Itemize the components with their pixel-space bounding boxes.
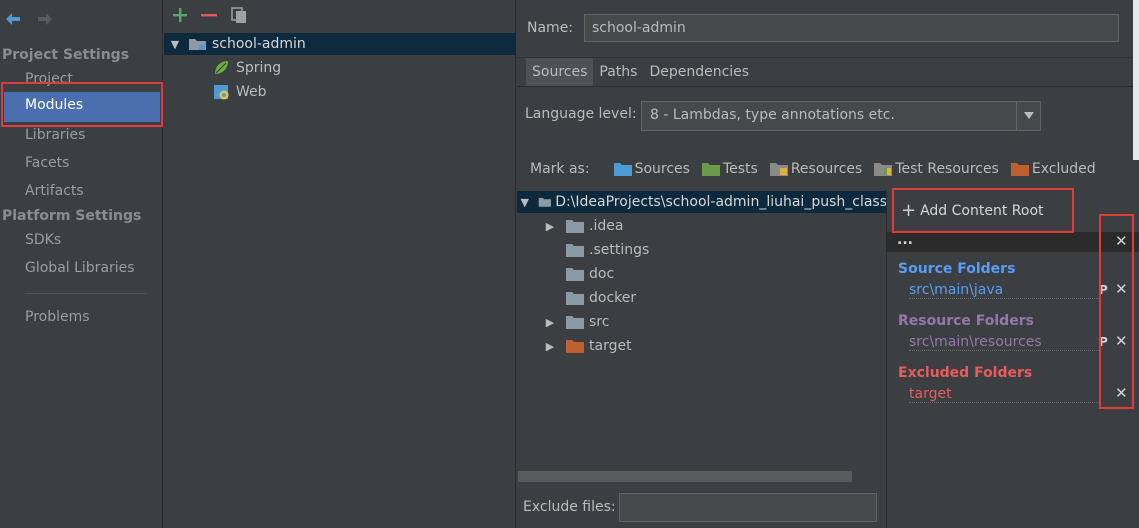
mark-test-resources-label: Test Resources xyxy=(895,161,999,177)
collapse-triangle-icon[interactable]: ▶ xyxy=(543,220,557,233)
tab-paths[interactable]: Paths xyxy=(593,58,643,86)
mark-as-bar: Mark as: Sources Tests Resources Test Re… xyxy=(530,161,1108,177)
language-level-value: 8 - Lambdas, type annotations etc. xyxy=(650,107,895,123)
tab-sources[interactable]: Sources xyxy=(526,58,594,86)
mark-resources-button[interactable]: Resources xyxy=(769,161,863,177)
resources-folder-icon xyxy=(769,163,788,176)
exclude-files-label: Exclude files: xyxy=(523,499,616,515)
resource-folder-path: src\main\resources xyxy=(909,334,1099,351)
folder-name: .idea xyxy=(589,218,624,234)
expand-triangle-icon[interactable]: ▼ xyxy=(520,196,530,209)
nav-item-facets[interactable]: Facets xyxy=(25,155,69,171)
tab-divider xyxy=(517,86,1139,87)
folder-icon xyxy=(566,268,584,281)
excluded-folder-icon xyxy=(566,340,584,353)
mark-sources-label: Sources xyxy=(634,161,690,177)
excluded-folder-path: target xyxy=(909,386,1099,403)
tree-row-module[interactable]: ▼ school-admin xyxy=(164,33,516,55)
source-folders-title: Source Folders xyxy=(898,261,1016,277)
minus-icon[interactable] xyxy=(200,7,218,23)
section-project-settings: Project Settings xyxy=(2,47,130,63)
tree-row-src[interactable]: ▶ src xyxy=(543,311,610,333)
highlight-box-remove-buttons xyxy=(1099,214,1134,409)
module-folder-icon xyxy=(189,39,206,50)
nav-divider xyxy=(25,293,147,294)
forward-arrow-icon[interactable] xyxy=(36,10,54,28)
content-root-row[interactable]: ▼ D:\IdeaProjects\school-admin_liuhai_pu… xyxy=(517,191,887,213)
tree-row-web[interactable]: Web xyxy=(212,81,267,103)
chevron-down-icon xyxy=(1023,112,1034,119)
folder-icon xyxy=(538,197,551,207)
tree-row-doc[interactable]: doc xyxy=(565,263,614,285)
mark-tests-label: Tests xyxy=(722,161,758,177)
excluded-folder-icon xyxy=(1010,163,1029,176)
tree-row-settings[interactable]: .settings xyxy=(565,239,649,261)
module-pane: ▼ school-admin Spring Web xyxy=(164,0,516,528)
folder-name: .settings xyxy=(589,242,650,258)
copy-icon[interactable] xyxy=(230,6,248,24)
folder-name: docker xyxy=(589,290,637,306)
folder-name: target xyxy=(589,338,632,354)
web-facet-icon xyxy=(214,85,229,100)
tree-row-idea[interactable]: ▶ .idea xyxy=(543,215,624,237)
settings-nav: Project Settings Project Modules Librari… xyxy=(0,0,163,528)
folder-name: doc xyxy=(589,266,615,282)
spring-leaf-icon xyxy=(215,61,228,74)
collapse-triangle-icon[interactable]: ▶ xyxy=(543,340,557,353)
section-platform-settings: Platform Settings xyxy=(2,208,142,224)
dropdown-arrow[interactable] xyxy=(1016,102,1040,130)
name-field[interactable]: school-admin xyxy=(584,14,1119,42)
resource-folders-title: Resource Folders xyxy=(898,313,1034,329)
back-arrow-icon[interactable] xyxy=(4,10,22,28)
highlight-box-modules xyxy=(1,82,163,127)
tree-row-target[interactable]: ▶ target xyxy=(543,335,632,357)
folder-icon xyxy=(566,244,584,257)
horizontal-scrollbar[interactable] xyxy=(518,471,852,482)
language-level-select[interactable]: 8 - Lambdas, type annotations etc. xyxy=(641,101,1041,131)
window-edge xyxy=(1133,0,1139,160)
sources-folder-icon xyxy=(613,163,632,176)
nav-item-global-libraries[interactable]: Global Libraries xyxy=(25,260,135,276)
mark-test-resources-button[interactable]: Test Resources xyxy=(874,161,999,177)
nav-item-problems[interactable]: Problems xyxy=(25,309,90,325)
folder-icon xyxy=(566,220,584,233)
facet-spring-label: Spring xyxy=(236,60,282,76)
content-tree: ▼ D:\IdeaProjects\school-admin_liuhai_pu… xyxy=(517,190,887,480)
language-level-label: Language level: xyxy=(525,106,637,122)
folder-icon xyxy=(566,316,584,329)
nav-item-artifacts[interactable]: Artifacts xyxy=(25,183,84,199)
nav-item-sdks[interactable]: SDKs xyxy=(25,232,61,248)
mark-resources-label: Resources xyxy=(790,161,863,177)
highlight-box-add-root xyxy=(892,188,1074,233)
excluded-folders-title: Excluded Folders xyxy=(898,365,1033,381)
mark-as-label: Mark as: xyxy=(530,161,590,177)
exclude-files-input[interactable] xyxy=(619,493,877,522)
plus-icon[interactable] xyxy=(172,7,188,23)
collapse-triangle-icon[interactable]: ▶ xyxy=(543,316,557,329)
module-name: school-admin xyxy=(212,36,306,52)
tree-row-docker[interactable]: docker xyxy=(565,287,636,309)
nav-item-libraries[interactable]: Libraries xyxy=(25,127,85,143)
mark-excluded-button[interactable]: Excluded xyxy=(1010,161,1096,177)
folder-name: src xyxy=(589,314,610,330)
mark-tests-button[interactable]: Tests xyxy=(701,161,758,177)
mark-excluded-label: Excluded xyxy=(1031,161,1096,177)
mark-sources-button[interactable]: Sources xyxy=(613,161,690,177)
tree-row-spring[interactable]: Spring xyxy=(212,57,281,79)
source-folder-path: src\main\java xyxy=(909,282,1099,299)
tab-bar: Sources Paths Dependencies xyxy=(526,58,755,86)
folder-icon xyxy=(566,292,584,305)
content-root-name: ... xyxy=(897,232,913,248)
tests-folder-icon xyxy=(701,163,720,176)
tab-dependencies[interactable]: Dependencies xyxy=(643,58,755,86)
module-toolbar xyxy=(172,6,248,24)
nav-arrows xyxy=(4,10,54,30)
name-label: Name: xyxy=(527,20,574,36)
facet-web-label: Web xyxy=(236,84,267,100)
module-settings: Name: school-admin Sources Paths Depende… xyxy=(517,0,1139,528)
test-resources-folder-icon xyxy=(874,163,893,176)
content-root-path: D:\IdeaProjects\school-admin_liuhai_push… xyxy=(555,194,887,210)
expand-triangle-icon[interactable]: ▼ xyxy=(168,38,182,51)
